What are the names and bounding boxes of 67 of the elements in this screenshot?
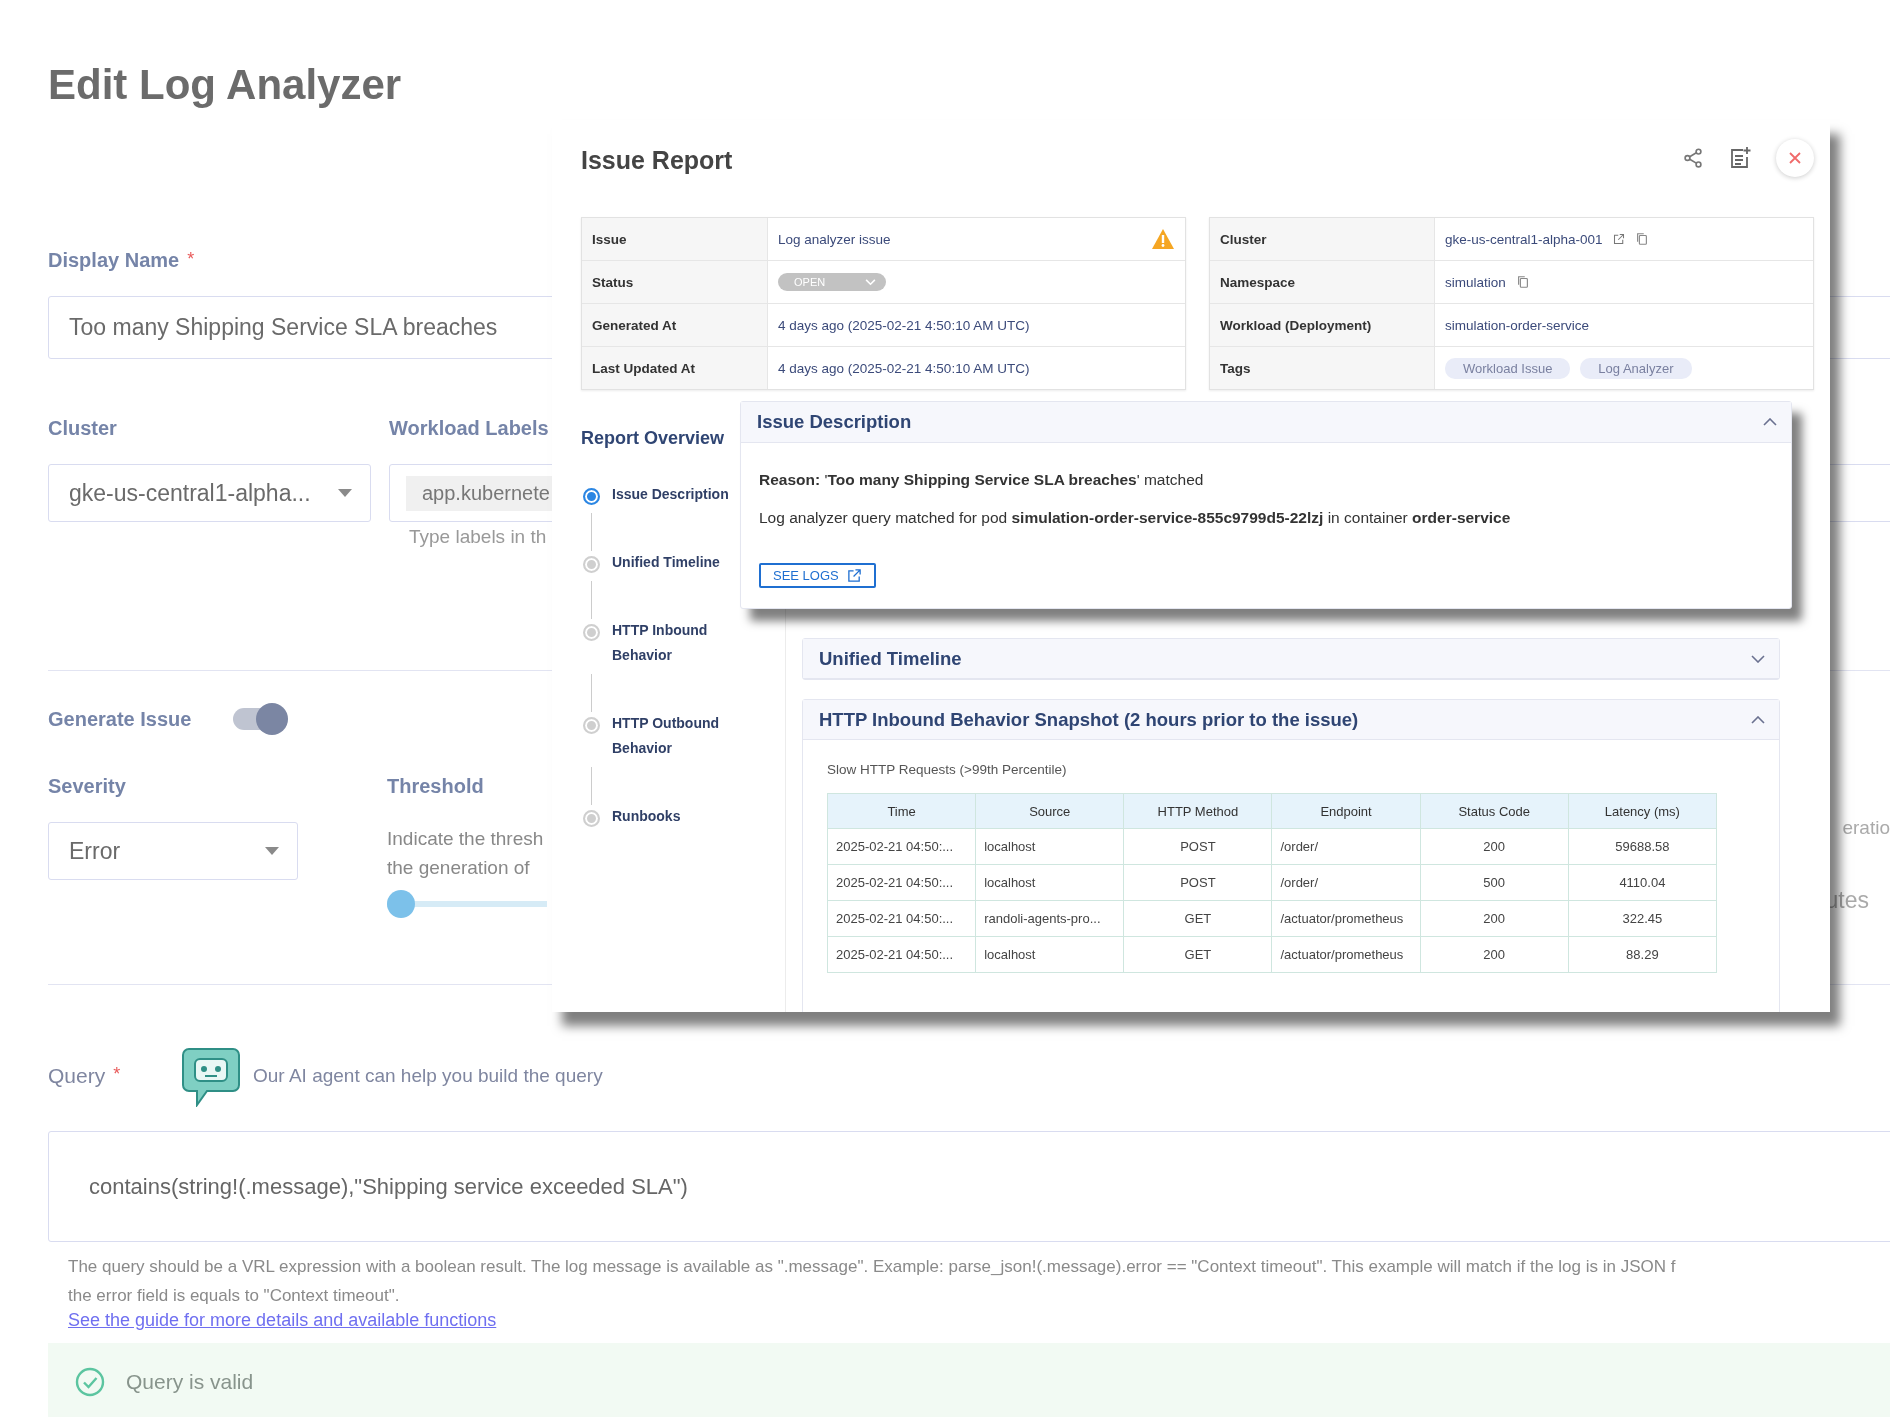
table-cell: 2025-02-21 04:50:... xyxy=(827,828,976,865)
description-text: Log analyzer query matched for pod simulation-order-service-855c9799d5-22lzj in container order-service xyxy=(759,509,1512,527)
detail-label: Workload (Deployment) xyxy=(1210,304,1435,346)
field-label: Query xyxy=(48,1064,106,1088)
detail-label: Generated At xyxy=(582,304,768,346)
detail-label: Cluster xyxy=(1210,218,1435,260)
table-cell: 322.45 xyxy=(1568,900,1717,937)
validation-text: Query is valid xyxy=(126,1370,254,1394)
detail-value: Log analyzer issue xyxy=(778,231,891,247)
table-cell: POST xyxy=(1123,864,1272,901)
field-label: Generate Issue xyxy=(48,707,192,731)
column-header: Endpoint xyxy=(1271,793,1421,829)
table-cell: /actuator/prometheus xyxy=(1271,900,1421,937)
field-label: Cluster xyxy=(48,417,117,440)
column-header: Time xyxy=(827,793,976,829)
detail-value: simulation xyxy=(1445,274,1506,290)
table-cell: /actuator/prometheus xyxy=(1271,936,1421,973)
table-cell: 2025-02-21 04:50:... xyxy=(827,864,976,901)
detail-label: Status xyxy=(582,261,768,303)
detail-value: gke-us-central1-alpha-001 xyxy=(1445,231,1603,247)
reason-text: Reason: 'Too many Shipping Service SLA breaches' matched xyxy=(759,471,1205,489)
section-title: Report Overview xyxy=(581,427,725,449)
detail-label: Namespace xyxy=(1210,261,1435,303)
table-cell: 59688.58 xyxy=(1568,828,1717,865)
table-cell: GET xyxy=(1123,936,1272,973)
table-cell: 200 xyxy=(1420,900,1569,937)
hint-text: Our AI agent can help you build the query xyxy=(253,1065,603,1087)
column-header: Source xyxy=(975,793,1124,829)
table-cell: 500 xyxy=(1420,864,1569,901)
detail-value: 4 days ago (2025-02-21 4:50:10 AM UTC) xyxy=(778,317,1030,333)
table-cell: localhost xyxy=(975,864,1124,901)
table-title: Slow HTTP Requests (>99th Percentile) xyxy=(827,762,1068,777)
hint-text: Type labels in th xyxy=(409,526,547,548)
detail-value: simulation-order-service xyxy=(1445,317,1590,333)
dialog-title: Issue Report xyxy=(581,145,733,175)
table-cell: 200 xyxy=(1420,828,1569,865)
required-mark: * xyxy=(113,1064,121,1085)
table-cell: 4110.04 xyxy=(1568,864,1717,901)
field-label: Display Name xyxy=(48,249,180,272)
description-text: eratio xyxy=(1842,817,1890,839)
table-cell: 2025-02-21 04:50:... xyxy=(827,936,976,973)
column-header: Status Code xyxy=(1420,793,1569,829)
table-cell: localhost xyxy=(975,828,1124,865)
detail-value: 4 days ago (2025-02-21 4:50:10 AM UTC) xyxy=(778,360,1030,376)
detail-label: Tags xyxy=(1210,347,1435,389)
table-cell: /order/ xyxy=(1271,828,1421,865)
description-text: Indicate the thresh the generation of xyxy=(387,827,544,880)
page-title: Edit Log Analyzer xyxy=(48,60,403,110)
table-cell: 200 xyxy=(1420,936,1569,973)
tag: Workload Issue xyxy=(1445,357,1571,379)
table-cell: GET xyxy=(1123,900,1272,937)
column-header: Latency (ms) xyxy=(1568,793,1717,829)
table-cell: localhost xyxy=(975,936,1124,973)
detail-label: Issue xyxy=(582,218,768,260)
column-header: HTTP Method xyxy=(1123,793,1272,829)
table-cell: 2025-02-21 04:50:... xyxy=(827,900,976,937)
field-label: Severity xyxy=(48,775,126,798)
table-cell: POST xyxy=(1123,828,1272,865)
table-cell: 88.29 xyxy=(1568,936,1717,973)
tag: Log Analyzer xyxy=(1580,357,1692,379)
table-cell: /order/ xyxy=(1271,864,1421,901)
required-mark: * xyxy=(187,249,195,270)
help-text: The query should be a VRL expression with a boolean result. The log message is available as ".message". Example: parse_json!(.message).error == "Context timeout". This example will match if the log is in JSON f the error field is equals to "Context timeout". xyxy=(68,1256,1677,1307)
field-label: Threshold xyxy=(387,775,484,798)
field-label: Workload Labels xyxy=(389,417,549,440)
detail-label: Last Updated At xyxy=(582,347,768,389)
table-cell: randoli-agents-pro... xyxy=(975,900,1124,937)
